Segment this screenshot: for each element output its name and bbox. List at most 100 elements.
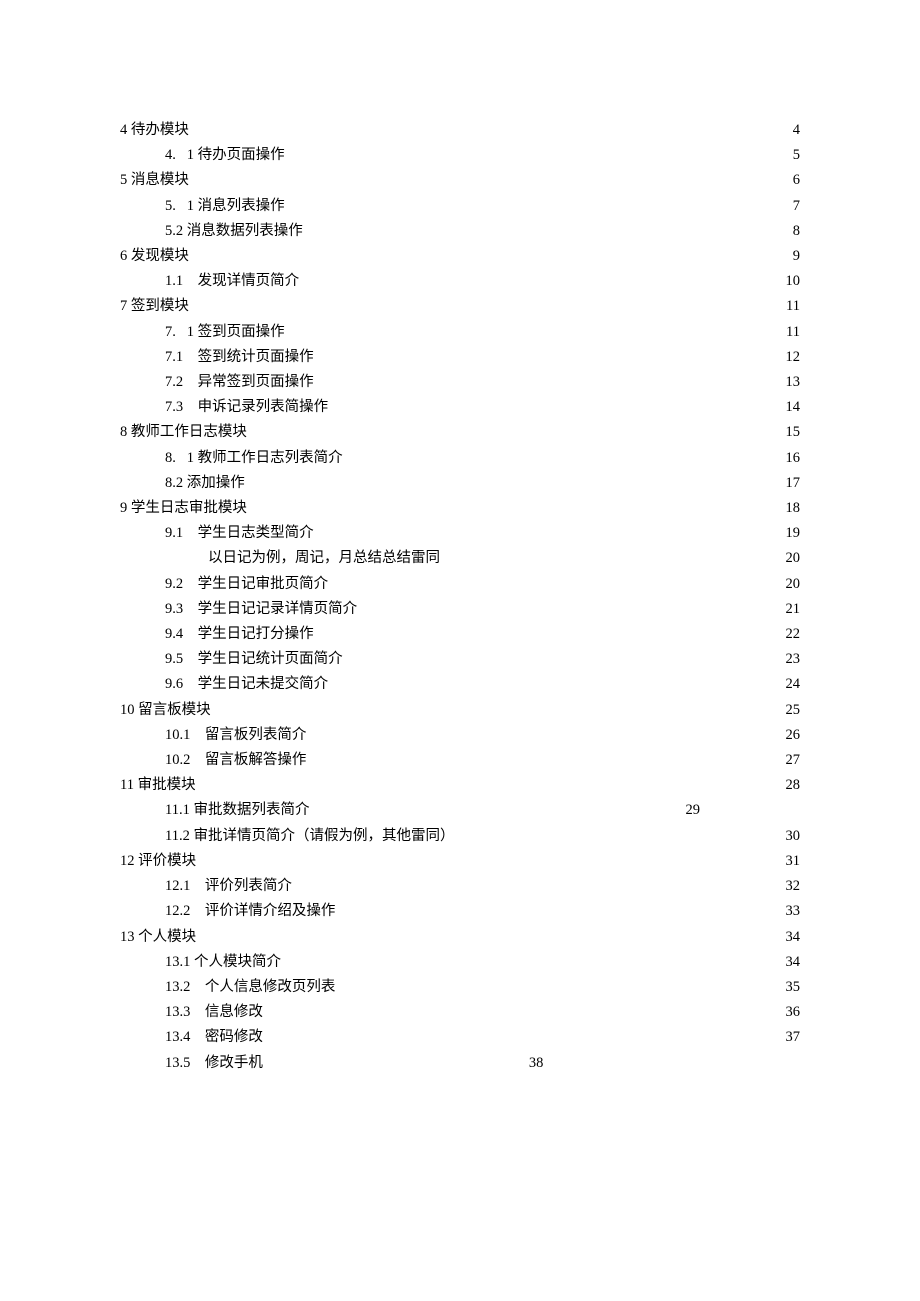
toc-entry[interactable]: 8. 1 教师工作日志列表简介16 — [120, 446, 800, 471]
toc-entry[interactable]: 9 学生日志审批模块18 — [120, 496, 800, 521]
toc-entry[interactable]: 13.1 个人模块简介34 — [120, 950, 800, 975]
toc-entry-title: 审批模块 — [138, 773, 196, 798]
toc-entry-gap — [190, 1025, 205, 1050]
toc-entry[interactable]: 7 签到模块11 — [120, 294, 800, 319]
toc-entry[interactable]: 7.1 签到统计页面操作12 — [120, 345, 800, 370]
toc-entry-page: 18 — [786, 496, 801, 521]
toc-entry-page: 24 — [786, 672, 801, 697]
toc-entry[interactable]: 11 审批模块28 — [120, 773, 800, 798]
toc-entry[interactable]: 4 待办模块4 — [120, 118, 800, 143]
toc-entry-number: 6 — [120, 244, 127, 269]
toc-entry[interactable]: 8 教师工作日志模块15 — [120, 420, 800, 445]
toc-entry-gap — [190, 975, 205, 1000]
toc-entry-number: 9.1 — [165, 521, 183, 546]
toc-entry[interactable]: 12.1 评价列表简介32 — [120, 874, 800, 899]
toc-entry-gap — [176, 194, 187, 219]
toc-entry[interactable]: 12 评价模块31 — [120, 849, 800, 874]
toc-entry-number: 1.1 — [165, 269, 183, 294]
toc-entry[interactable]: 7. 1 签到页面操作11 — [120, 320, 800, 345]
toc-entry[interactable]: 9.5 学生日记统计页面简介23 — [120, 647, 800, 672]
toc-entry-page: 23 — [786, 647, 801, 672]
toc-entry-number: 10 — [120, 698, 135, 723]
toc-entry-title: 评价详情介绍及操作 — [205, 899, 336, 924]
toc-entry-number: 10.1 — [165, 723, 190, 748]
toc-entry-title: 密码修改 — [205, 1025, 263, 1050]
toc-entry[interactable]: 9.4 学生日记打分操作22 — [120, 622, 800, 647]
toc-entry-title: 学生日志审批模块 — [131, 496, 247, 521]
toc-entry[interactable]: 以日记为例，周记，月总结总结雷同20 — [120, 546, 800, 571]
toc-entry[interactable]: 9.2 学生日记审批页简介20 — [120, 572, 800, 597]
toc-entry-number: 7.2 — [165, 370, 183, 395]
toc-entry-gap — [190, 1000, 205, 1025]
toc-entry-number: 10.2 — [165, 748, 190, 773]
toc-entry-page: 5 — [793, 143, 800, 168]
toc-entry[interactable]: 5. 1 消息列表操作7 — [120, 194, 800, 219]
toc-entry-page: 8 — [793, 219, 800, 244]
toc-entry-gap — [183, 597, 198, 622]
toc-entry-title: 发现详情页简介 — [198, 269, 300, 294]
toc-entry[interactable]: 13.4 密码修改37 — [120, 1025, 800, 1050]
toc-entry-page: 20 — [786, 546, 801, 571]
toc-entry[interactable]: 10.1 留言板列表简介26 — [120, 723, 800, 748]
toc-entry-page: 34 — [786, 925, 801, 950]
toc-entry[interactable]: 10.2 留言板解答操作27 — [120, 748, 800, 773]
toc-entry-page: 7 — [793, 194, 800, 219]
toc-entry-gap — [190, 874, 205, 899]
toc-entry-gap — [190, 1051, 205, 1076]
toc-entry-gap — [183, 647, 198, 672]
toc-entry-title: 学生日记打分操作 — [198, 622, 314, 647]
toc-entry-title: 教师工作日志模块 — [131, 420, 247, 445]
toc-entry-gap — [176, 446, 187, 471]
toc-entry-page: 30 — [786, 824, 801, 849]
toc-entry[interactable]: 5 消息模块6 — [120, 168, 800, 193]
toc-entry-page: 17 — [786, 471, 801, 496]
toc-entry[interactable]: 6 发现模块9 — [120, 244, 800, 269]
toc-entry-title: 11.1 审批数据列表简介 — [165, 798, 309, 823]
toc-entry[interactable]: 12.2 评价详情介绍及操作 33 — [120, 899, 800, 924]
toc-entry[interactable]: 5.2 消息数据列表操作8 — [120, 219, 800, 244]
toc-entry-page: 36 — [786, 1000, 801, 1025]
toc-entry[interactable]: 13.5 修改手机38 — [120, 1051, 800, 1076]
toc-entry-gap — [176, 143, 187, 168]
toc-entry-page: 11 — [786, 294, 800, 319]
toc-entry-gap — [183, 395, 198, 420]
toc-entry-page: 19 — [786, 521, 801, 546]
toc-entry-page: 38 — [529, 1051, 544, 1076]
toc-entry[interactable]: 1.1 发现详情页简介 10 — [120, 269, 800, 294]
toc-entry[interactable]: 13.2 个人信息修改页列表35 — [120, 975, 800, 1000]
toc-entry-page: 14 — [786, 395, 801, 420]
toc-entry-title: 签到统计页面操作 — [198, 345, 314, 370]
toc-entry[interactable]: 11.2 审批详情页简介（请假为例，其他雷同）30 — [120, 824, 800, 849]
toc-entry-page: 32 — [786, 874, 801, 899]
toc-entry-gap — [176, 320, 187, 345]
toc-entry[interactable]: 10 留言板模块25 — [120, 698, 800, 723]
toc-entry-page: 10 — [786, 269, 801, 294]
toc-entry[interactable]: 11.1 审批数据列表简介 29 — [120, 798, 800, 823]
toc-entry[interactable]: 13.3 信息修改36 — [120, 1000, 800, 1025]
toc-entry[interactable]: 7.3 申诉记录列表简操作14 — [120, 395, 800, 420]
toc-entry-page: 27 — [786, 748, 801, 773]
toc-entry[interactable]: 9.3 学生日记记录详情页简介21 — [120, 597, 800, 622]
toc-entry[interactable]: 4. 1 待办页面操作5 — [120, 143, 800, 168]
toc-entry-title: 消息模块 — [131, 168, 189, 193]
document-page: 4 待办模块44. 1 待办页面操作55 消息模块65. 1 消息列表操作75.… — [0, 0, 920, 1301]
toc-entry-number: 7.1 — [165, 345, 183, 370]
toc-entry-title: 评价列表简介 — [205, 874, 292, 899]
toc-entry-number: 9.4 — [165, 622, 183, 647]
toc-entry-number: 7 — [120, 294, 127, 319]
toc-entry[interactable]: 9.6 学生日记未提交简介24 — [120, 672, 800, 697]
toc-entry[interactable]: 9.1 学生日志类型简介19 — [120, 521, 800, 546]
toc-entry-page: 6 — [793, 168, 800, 193]
toc-entry-number: 12.2 — [165, 899, 190, 924]
toc-entry-page: 29 — [685, 798, 700, 823]
toc-entry-title: 学生日记记录详情页简介 — [198, 597, 358, 622]
toc-entry-title: 13.1 个人模块简介 — [165, 950, 281, 975]
toc-entry-title: 8.2 添加操作 — [165, 471, 245, 496]
toc-entry[interactable]: 7.2 异常签到页面操作13 — [120, 370, 800, 395]
toc-entry-number: 5. — [165, 194, 176, 219]
toc-entry[interactable]: 8.2 添加操作 17 — [120, 471, 800, 496]
toc-entry-page: 33 — [786, 899, 801, 924]
toc-entry-gap — [183, 370, 198, 395]
toc-entry-page: 13 — [786, 370, 801, 395]
toc-entry[interactable]: 13 个人模块34 — [120, 925, 800, 950]
